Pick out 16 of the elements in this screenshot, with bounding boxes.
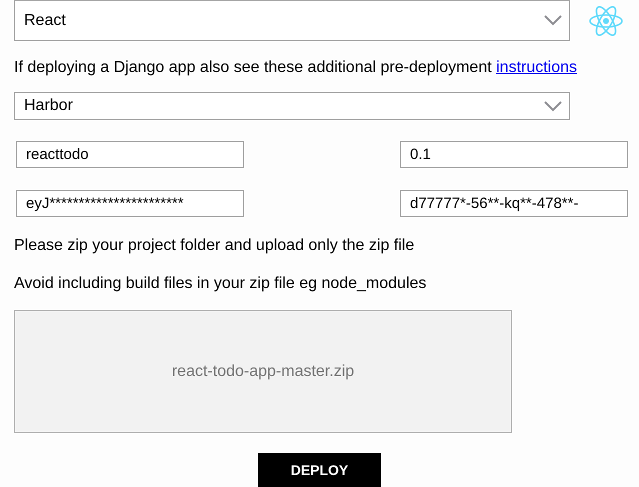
text-field[interactable]: reacttodo xyxy=(16,141,244,168)
upload-dropzone[interactable]: react-todo-app-master.zip xyxy=(14,310,512,433)
hint-text: Please zip your project folder and upload only the zip file xyxy=(14,236,416,256)
dropdown-select[interactable]: React xyxy=(14,0,570,41)
text-field[interactable]: eyJ*********************** xyxy=(16,190,244,217)
hint-text: Avoid including build files in your zip file eg node_modules xyxy=(14,274,428,294)
chevron-down-icon xyxy=(544,15,562,26)
file-name: react-todo-app-master.zip xyxy=(172,362,354,382)
deploy-button[interactable]: DEPLOY xyxy=(258,453,381,487)
text-field[interactable]: d77777*-56**-kq**-478**- xyxy=(400,190,628,217)
atom-logo-icon xyxy=(588,4,624,36)
chevron-down-icon xyxy=(544,100,562,112)
instructions-link[interactable]: instructions xyxy=(496,59,578,76)
notice-text: If deploying a Django app also see these additional pre-deployment instructions xyxy=(14,58,578,78)
dropdown-select[interactable]: Harbor xyxy=(14,92,570,120)
text-field[interactable]: 0.1 xyxy=(400,141,628,168)
